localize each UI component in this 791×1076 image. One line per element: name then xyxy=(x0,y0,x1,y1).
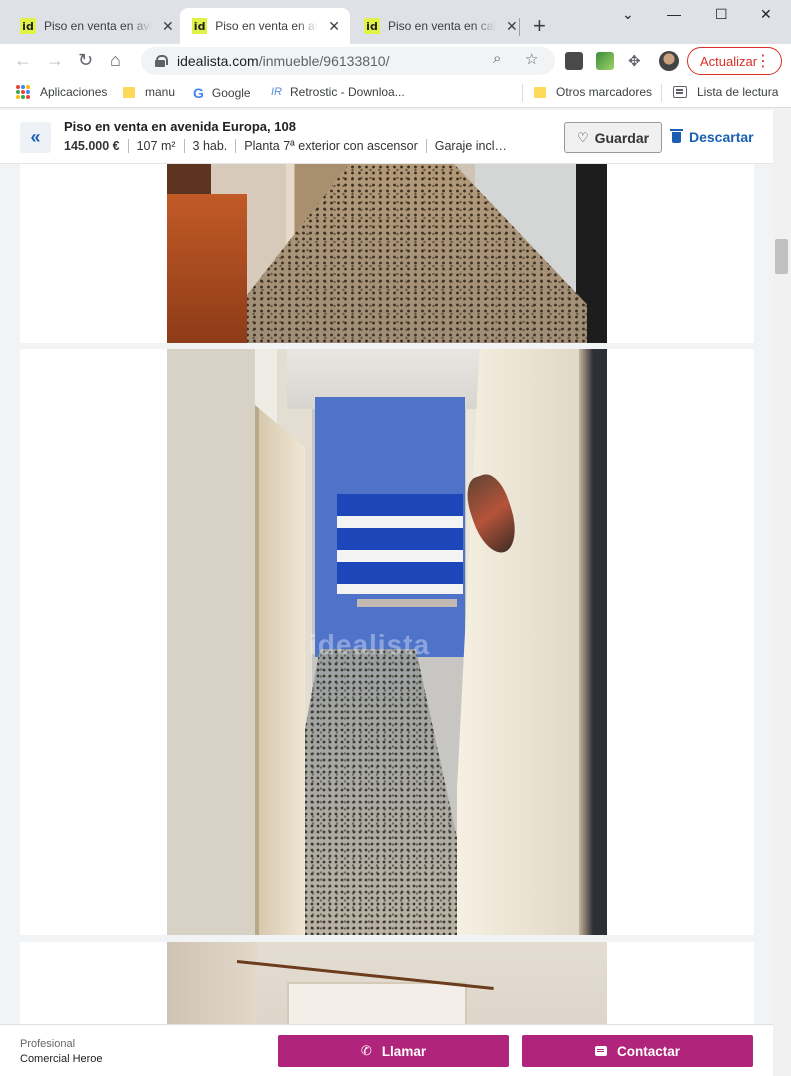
save-button[interactable]: ♡ Guardar xyxy=(564,122,662,153)
bookmark-label: Retrostic - Downloa... xyxy=(290,85,405,99)
bookmark-label: Lista de lectura xyxy=(697,85,779,99)
door-shape xyxy=(255,405,305,935)
phone-icon: ✆ xyxy=(360,1043,372,1058)
tab-3[interactable]: id Piso en venta en calle ✕ xyxy=(352,8,528,44)
bookmark-separator xyxy=(661,84,662,102)
reading-list-icon xyxy=(673,86,687,98)
contact-label: Contactar xyxy=(616,1043,680,1059)
minimize-icon[interactable]: — xyxy=(667,6,681,22)
wall-shape xyxy=(457,349,582,935)
new-tab-icon[interactable]: + xyxy=(533,13,546,39)
chat-icon xyxy=(594,1046,607,1056)
door-jamb-shape xyxy=(579,349,607,935)
tab-separator xyxy=(519,18,520,36)
apps-grid-icon xyxy=(16,85,30,99)
bookmarks-bar: Aplicaciones manu G Google IR Retrostic … xyxy=(0,78,791,108)
close-icon[interactable]: ✕ xyxy=(506,18,518,35)
ironing-board-shape xyxy=(357,599,457,607)
listing-features: 145.000 € 107 m² 3 hab. Planta 7ª exteri… xyxy=(64,139,522,153)
striped-wall-shape xyxy=(337,494,463,594)
more-vert-icon[interactable]: ⋮ xyxy=(755,51,771,71)
chevron-down-icon[interactable]: ⌄ xyxy=(622,6,634,23)
tab-title: Piso en venta en avenida Europa xyxy=(215,19,319,33)
contact-button[interactable]: Contactar xyxy=(522,1035,753,1067)
back-arrow-icon[interactable]: ← xyxy=(14,50,32,71)
agency-name: Comercial Heroe xyxy=(20,1053,103,1065)
update-button[interactable]: Actualizar ⋮ xyxy=(687,47,782,75)
tab-1[interactable]: id Piso en venta en avenida Europa ✕ xyxy=(8,8,184,44)
idealista-favicon-icon: id xyxy=(20,18,36,34)
bookmark-label: Otros marcadores xyxy=(556,85,653,99)
bookmark-label: manu xyxy=(145,85,176,99)
forward-arrow-icon[interactable]: → xyxy=(46,50,64,71)
folder-icon xyxy=(123,86,135,98)
call-label: Llamar xyxy=(381,1043,427,1059)
bookmark-manu[interactable]: manu xyxy=(123,85,175,99)
scrollbar-thumb[interactable] xyxy=(775,239,788,274)
extension-icon[interactable] xyxy=(565,52,583,70)
home-icon[interactable]: ⌂ xyxy=(110,50,121,71)
rooms: 3 hab. xyxy=(183,139,236,153)
google-icon: G xyxy=(193,85,204,101)
star-icon[interactable]: ☆ xyxy=(525,50,538,68)
tab-title: Piso en venta en avenida Europa xyxy=(44,19,152,33)
tab-2[interactable]: id Piso en venta en avenida Europa ✕ xyxy=(180,8,350,44)
heart-icon: ♡ xyxy=(576,129,589,145)
tab-title: Piso en venta en calle xyxy=(388,19,496,33)
idealista-favicon-icon: id xyxy=(192,18,208,34)
extension-icon[interactable] xyxy=(596,52,614,70)
advertiser-type: Profesional xyxy=(20,1038,76,1050)
price: 145.000 € xyxy=(64,139,120,153)
photo-card: idealista xyxy=(20,349,754,935)
garage-info: Garaje incluido en el precio xyxy=(425,139,522,153)
reload-icon[interactable]: ↻ xyxy=(78,50,93,71)
bookmark-label: Aplicaciones xyxy=(40,85,108,99)
bookmark-apps[interactable]: Aplicaciones xyxy=(16,85,107,99)
folder-icon xyxy=(534,86,546,98)
idealista-favicon-icon: id xyxy=(364,18,380,34)
avatar[interactable] xyxy=(659,51,679,71)
retrostic-icon: IR xyxy=(271,86,282,98)
area: 107 m² xyxy=(127,139,184,153)
bookmark-separator xyxy=(522,84,523,102)
puzzle-icon[interactable]: ✥ xyxy=(628,52,646,70)
bookmark-retrostic[interactable]: IR Retrostic - Downloa... xyxy=(271,85,405,99)
window-close-icon[interactable]: ✕ xyxy=(760,6,772,23)
page-viewport: « Piso en venta en avenida Europa, 108 1… xyxy=(0,110,773,1076)
discard-label: Descartar xyxy=(689,129,754,145)
update-label: Actualizar xyxy=(700,53,758,69)
contact-bar: Profesional Comercial Heroe ✆ Llamar Con… xyxy=(0,1024,773,1076)
bookmark-google[interactable]: G Google xyxy=(193,85,251,101)
call-button[interactable]: ✆ Llamar xyxy=(278,1035,509,1067)
url-host: idealista.com xyxy=(177,53,259,69)
close-icon[interactable]: ✕ xyxy=(162,18,174,35)
floor-info: Planta 7ª exterior con ascensor xyxy=(235,139,425,153)
bookmark-other[interactable]: Otros marcadores xyxy=(534,85,652,99)
zoom-icon[interactable]: ⌕ xyxy=(493,50,501,67)
listing-photo[interactable]: idealista xyxy=(167,349,607,935)
tab-bar: id Piso en venta en avenida Europa ✕ id … xyxy=(0,0,791,44)
sticky-listing-header: « Piso en venta en avenida Europa, 108 1… xyxy=(0,110,773,164)
close-icon[interactable]: ✕ xyxy=(328,18,340,35)
bookmark-label: Google xyxy=(211,86,251,100)
discard-button[interactable]: Descartar xyxy=(670,128,754,145)
save-label: Guardar xyxy=(594,129,650,146)
sofa-shape xyxy=(167,194,247,343)
lock-icon xyxy=(155,55,168,67)
wall-shape xyxy=(167,942,257,1032)
bookmark-reading-list[interactable]: Lista de lectura xyxy=(673,85,778,99)
floor-texture xyxy=(237,164,587,343)
url-path: /inmueble/96133810/ xyxy=(258,53,390,69)
listing-photo[interactable] xyxy=(167,164,607,343)
listing-title: Piso en venta en avenida Europa, 108 xyxy=(64,119,296,134)
scrollbar[interactable] xyxy=(773,110,791,1076)
double-chevron-left-icon[interactable]: « xyxy=(20,122,51,153)
maximize-icon[interactable]: ☐ xyxy=(715,6,728,23)
watermark: idealista xyxy=(309,629,431,660)
trash-icon xyxy=(670,128,683,143)
